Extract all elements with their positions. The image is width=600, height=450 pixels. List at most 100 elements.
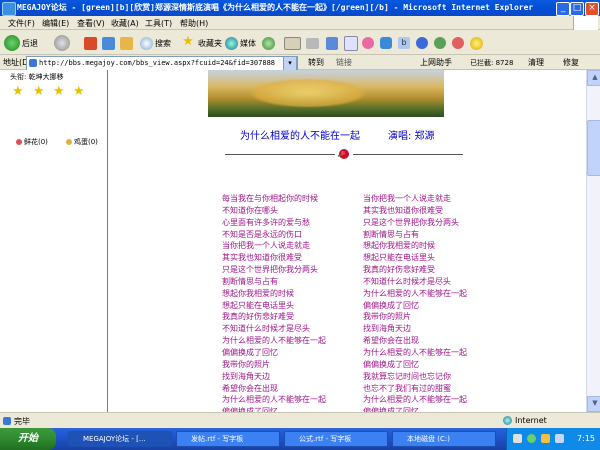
music-button[interactable] (452, 34, 464, 52)
info-button[interactable] (416, 34, 428, 52)
b-button[interactable]: b (398, 34, 410, 52)
lyric-line: 割断情思与占有 (222, 276, 278, 286)
ie-icon (2, 2, 16, 16)
music-icon (452, 37, 464, 49)
menu-file[interactable]: 文件(F) (8, 18, 35, 29)
lyric-line: 想起只能在电话里头 (222, 300, 294, 310)
lyric-line: 偏偏换成了回忆 (363, 359, 419, 369)
search-button[interactable]: 搜索 (140, 34, 171, 52)
lyric-line: 不知是否是永远的伤口 (222, 229, 302, 239)
system-tray: 7:15 (506, 428, 600, 450)
tray-icon[interactable] (513, 434, 522, 443)
go-button[interactable]: 转到 (308, 57, 324, 68)
shield-button[interactable] (380, 34, 392, 52)
volume-icon[interactable] (555, 434, 564, 443)
tray-icon[interactable] (527, 434, 536, 443)
favorites-button[interactable]: ★ 收藏夹 (180, 34, 222, 52)
print-icon (306, 37, 319, 49)
task-local-disk[interactable]: 本地磁盘 (C:) (392, 431, 496, 447)
lyric-line: 只是这个世界把你我分两头 (222, 265, 318, 275)
lyrics-column-right: 当你把我一个人说走就走 其实我也知道你很难受 只是这个世界把你我分两头 割断情思与占有… (363, 193, 467, 418)
scroll-down-button[interactable]: ▼ (587, 396, 600, 412)
lyric-line: 我真的好伤悲好难受 (222, 312, 294, 322)
task-label: 公式.rtf - 写字板 (299, 435, 352, 443)
back-button[interactable]: 后退 (4, 34, 38, 52)
links-button[interactable]: 链接 (336, 57, 352, 68)
discuss-button[interactable] (344, 34, 358, 52)
flower-label: 鲜花 (24, 138, 38, 146)
lyric-line: 割断情思与占有 (363, 229, 419, 239)
media-button[interactable]: 媒体 (225, 34, 256, 52)
security-zone: Internet (515, 416, 547, 425)
rank-star-icon: ★ (12, 84, 24, 99)
lyric-line: 只是这个世界把你我分两头 (363, 217, 459, 227)
refresh-button[interactable] (102, 34, 115, 52)
tray-icon[interactable] (541, 434, 550, 443)
address-dropdown-button[interactable]: ▾ (283, 56, 297, 71)
scroll-up-button[interactable]: ▲ (587, 70, 600, 86)
lyric-line: 希望你会在出现 (222, 383, 278, 393)
stop-button[interactable] (84, 34, 97, 52)
forward-button[interactable] (54, 34, 70, 52)
mail-button[interactable] (284, 34, 301, 52)
address-input[interactable]: http://bbs.megajoy.com/bbs_view.aspx?fcu… (26, 56, 298, 71)
address-bar: 地址(D) http://bbs.megajoy.com/bbs_view.as… (0, 55, 600, 71)
scroll-thumb[interactable] (587, 120, 600, 176)
windows-logo-icon (573, 16, 598, 30)
song-singer: 演唱: 郑源 (388, 131, 435, 142)
menu-favorites[interactable]: 收藏(A) (111, 18, 139, 29)
history-button[interactable] (262, 34, 275, 52)
media-label: 媒体 (240, 38, 256, 48)
menu-help[interactable]: 帮助(H) (180, 18, 208, 29)
menu-edit[interactable]: 编辑(E) (42, 18, 69, 29)
lyric-line: 为什么相爱的人不能够在一起 (363, 347, 467, 357)
star-icon: ★ (182, 34, 194, 49)
egg-icon (66, 139, 72, 145)
chat-button[interactable] (434, 34, 446, 52)
repair-button[interactable]: 修复 (563, 57, 579, 68)
banner-flowers (248, 78, 368, 108)
lyric-line: 不知道什么时候才是尽头 (222, 324, 310, 334)
menu-tools[interactable]: 工具(T) (145, 18, 172, 29)
home-button[interactable] (120, 34, 133, 52)
egg-button[interactable]: 鸡蛋 (0) (66, 137, 98, 147)
window-title: MEGAJOY论坛 - [green][b][欣赏]郑源深情斯底演唱《为什么相爱… (17, 3, 534, 12)
media-icon (225, 36, 238, 50)
rank-star-icon: ★ (73, 84, 85, 99)
clean-button[interactable]: 清理 (528, 57, 544, 68)
maximize-button[interactable]: □ (570, 2, 584, 16)
print-button[interactable] (306, 34, 319, 52)
start-button[interactable]: 开始 (0, 428, 56, 450)
internet-zone-icon (503, 416, 512, 425)
status-bar: 完毕 Internet (0, 412, 600, 428)
task-wordpad-2[interactable]: 公式.rtf - 写字板 (284, 431, 388, 447)
vertical-scrollbar[interactable]: ▲ ▼ (586, 70, 600, 412)
flower-button[interactable]: 鲜花 (0) (16, 137, 48, 147)
assistant-button[interactable]: 上网助手 (420, 57, 452, 68)
lyric-line: 我带你的照片 (222, 359, 270, 369)
popup-blocked-count[interactable]: 已拦截: 8728 (470, 58, 513, 68)
info-icon (416, 37, 428, 49)
rose-icon (337, 149, 349, 159)
task-label: MEGAJOY论坛 - [... (83, 435, 146, 443)
shield-icon (380, 37, 392, 49)
home-icon (120, 36, 133, 50)
menu-view[interactable]: 查看(V) (77, 18, 105, 29)
edit-button[interactable] (326, 34, 338, 52)
smiley-icon (470, 36, 483, 50)
task-wordpad-1[interactable]: 发帖.rtf - 写字板 (176, 431, 280, 447)
messenger-icon (362, 37, 374, 49)
smiley-button[interactable] (470, 34, 483, 52)
rank-star-icon: ★ (33, 84, 45, 99)
close-button[interactable]: × (585, 2, 599, 16)
start-label: 开始 (18, 433, 38, 444)
egg-count: (0) (88, 138, 98, 146)
lyric-line: 偏偏换成了回忆 (363, 300, 419, 310)
messenger-button[interactable] (362, 34, 374, 52)
divider-line (225, 154, 335, 155)
rank-star-icon: ★ (53, 84, 65, 99)
lyric-line: 其实我也知道你很难受 (363, 205, 443, 215)
minimize-button[interactable]: _ (556, 2, 570, 16)
task-ie[interactable]: MEGAJOY论坛 - [... (68, 431, 172, 447)
history-icon (262, 36, 275, 50)
